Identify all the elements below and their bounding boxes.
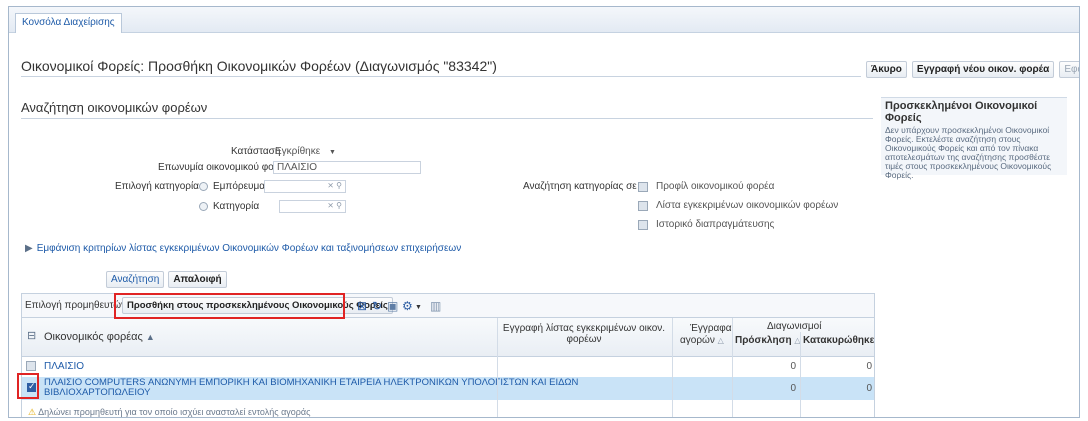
refresh-icon[interactable]: ↻	[372, 300, 382, 312]
show-criteria-label: Εμφάνιση κριτηρίων λίστας εγκεκριμένων Ο…	[36, 243, 462, 254]
col-awarded-label: Κατακυρώθηκε	[803, 335, 875, 346]
section-divider	[21, 118, 873, 119]
table-row[interactable]: ΠΛΑΙΣΙΟ 0 0	[22, 358, 874, 377]
category-input[interactable]: ⨯ ⚲	[279, 200, 346, 213]
cancel-button[interactable]: Άκυρο	[866, 61, 907, 78]
supplier-name-input[interactable]: ΠΛΑΙΣΙΟ	[273, 161, 421, 174]
warning-icon: ⚠	[28, 407, 37, 417]
detach-icon[interactable]: ▣	[387, 300, 398, 312]
column-divider	[497, 318, 498, 417]
search-section-title: Αναζήτηση οικονομικών φορέων	[21, 100, 208, 115]
awarded-count: 0	[866, 361, 872, 372]
category-radio-label: Κατηγορία	[213, 201, 260, 212]
invitation-count: 0	[790, 361, 796, 372]
invitation-count: 0	[790, 383, 796, 394]
awarded-count: 0	[866, 383, 872, 394]
footnote: ⚠ Δηλώνει προμηθευτή για τον οποίο ισχύε…	[28, 407, 311, 417]
col-invitation-label: Πρόσκληση	[735, 335, 792, 346]
invited-suppliers-panel: Προσκεκλημένοι Οικονομικοί Φορείς Δεν υπ…	[881, 97, 1067, 180]
supplier-name-link[interactable]: ΠΛΑΙΣΙΟ COMPUTERS ΑΝΩΝΥΜΗ ΕΜΠΟΡΙΚΗ ΚΑΙ Β…	[44, 378, 578, 398]
table-header: ⊟ Οικονομικός φορέας ▲ Εγγραφή λίστας εγ…	[22, 318, 875, 357]
apply-button[interactable]: Εφαρμογή	[1059, 61, 1079, 78]
status-value: Εγκρίθηκε	[275, 146, 321, 157]
profile-checkbox[interactable]	[638, 182, 648, 192]
column-divider	[732, 318, 733, 417]
search-in-label: Αναζήτηση κατηγορίας σε	[523, 181, 637, 192]
supplier-name-value: ΠΛΑΙΣΙΟ	[277, 162, 318, 173]
collapse-icon[interactable]: ⊟	[27, 330, 36, 342]
col-supplier-label: Οικονομικός φορέας	[44, 331, 143, 343]
app-window: Κονσόλα Διαχείρισης Οικονομικοί Φορείς: …	[8, 6, 1080, 418]
supplier-name-label: Επωνυμία οικονομικού φορέα	[158, 162, 290, 173]
history-checkbox-label: Ιστορικό διαπραγμάτευσης	[656, 219, 775, 230]
page-actions: Άκυρο Εγγραφή νέου οικον. φορέα Εφαρμογή	[866, 61, 1079, 78]
invited-panel-text: Δεν υπάρχουν προσκεκλημένοι Οικονομικοί …	[885, 125, 1052, 180]
row-select-checkbox[interactable]	[26, 361, 36, 371]
col-registration-label: αγορών	[680, 335, 715, 346]
footnote-text: Δηλώνει προμηθευτή για τον οποίο ισχύει …	[38, 407, 311, 417]
col-supplier-header[interactable]: Οικονομικός φορέας ▲	[44, 331, 155, 343]
register-supplier-button[interactable]: Εγγραφή νέου οικον. φορέα	[911, 61, 1055, 78]
supplier-name-line2: ΒΙΒΛΙΟΧΑΡΤΟΠΩΛΕΙΟΥ	[44, 387, 151, 398]
title-divider	[21, 76, 861, 77]
commodity-radio-label: Εμπόρευμα	[213, 181, 266, 192]
highlight-row-checkbox	[17, 373, 39, 399]
search-icon[interactable]: ⨯ ⚲	[327, 181, 342, 190]
column-divider	[800, 332, 801, 417]
table-row-selected[interactable]: ΠΛΑΙΣΙΟ COMPUTERS ΑΝΩΝΥΜΗ ΕΜΠΟΡΙΚΗ ΚΑΙ Β…	[22, 377, 874, 400]
col-tenders-header: Διαγωνισμοί	[767, 321, 822, 332]
page-title: Οικονομικοί Φορείς: Προσθήκη Οικονομικών…	[21, 58, 497, 74]
column-divider	[672, 318, 673, 417]
highlight-add-button	[114, 293, 345, 319]
export-icon[interactable]: ⊠	[357, 300, 367, 312]
top-bar: Κονσόλα Διαχείρισης	[9, 7, 1079, 33]
col-invitation-header[interactable]: Πρόσκληση △	[735, 335, 801, 346]
col-registration-header-2[interactable]: αγορών △	[680, 335, 724, 346]
commodity-radio[interactable]	[199, 182, 208, 191]
supplier-name-link[interactable]: ΠΛΑΙΣΙΟ	[44, 361, 84, 372]
clear-button[interactable]: Απαλοιφή	[168, 271, 227, 288]
category-select-label: Επιλογή κατηγορίας	[115, 181, 204, 192]
chevron-down-icon[interactable]: ▼	[415, 302, 422, 314]
freeze-icon[interactable]: ▥	[430, 300, 441, 312]
chevron-down-icon: ▼	[328, 149, 336, 156]
status-label: Κατάσταση	[231, 146, 281, 157]
gear-icon[interactable]: ⚙	[402, 300, 413, 312]
commodity-input[interactable]: ⨯ ⚲	[264, 180, 346, 193]
approved-list-checkbox[interactable]	[638, 201, 648, 211]
approved-list-checkbox-label: Λίστα εγκεκριμένων οικονομικών φορέων	[656, 200, 839, 211]
search-icon[interactable]: ⨯ ⚲	[327, 201, 342, 210]
category-radio[interactable]	[199, 202, 208, 211]
col-registration-header-1[interactable]: Έγγραφα	[690, 323, 732, 334]
sort-asc-icon: ▲	[145, 332, 155, 342]
search-button[interactable]: Αναζήτηση	[106, 271, 165, 288]
show-criteria-toggle[interactable]: ▶ Εμφάνιση κριτηρίων λίστας εγκεκριμένων …	[25, 243, 461, 254]
expand-triangle-icon: ▶	[25, 243, 33, 254]
history-checkbox[interactable]	[638, 220, 648, 230]
profile-checkbox-label: Προφίλ οικονομικού φορέα	[656, 181, 775, 192]
sort-icon: △	[717, 336, 724, 345]
status-select[interactable]: Εγκρίθηκε ▼	[275, 146, 336, 157]
invited-panel-title: Προσκεκλημένοι Οικονομικοί Φορείς	[885, 100, 1038, 124]
tab-admin-console[interactable]: Κονσόλα Διαχείρισης	[15, 13, 122, 33]
col-awarded-header[interactable]: Κατακυρώθηκε △	[803, 335, 875, 346]
search-buttons: Αναζήτηση Απαλοιφή	[106, 271, 227, 288]
col-approved-list-header[interactable]: Εγγραφή λίστας εγκεκριμένων οικον. φορέω…	[498, 323, 670, 345]
